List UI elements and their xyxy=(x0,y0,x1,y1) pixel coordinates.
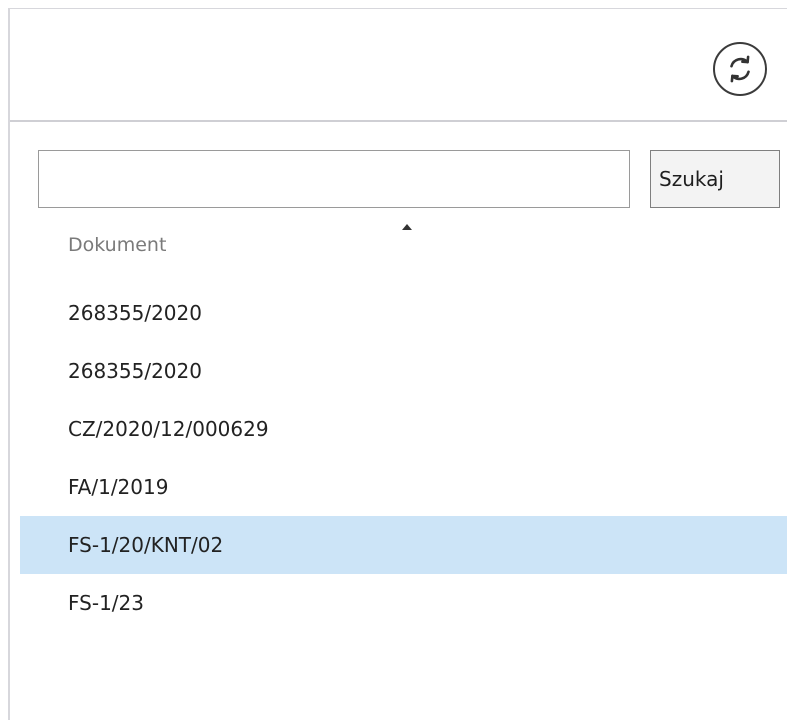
list-item[interactable]: FS-1/23 xyxy=(20,574,787,632)
list-item[interactable]: 268355/2020 xyxy=(20,342,787,400)
top-panel-border xyxy=(8,8,787,9)
document-list: 268355/2020 268355/2020 CZ/2020/12/00062… xyxy=(20,284,787,632)
refresh-button[interactable] xyxy=(713,42,767,96)
sort-ascending-icon xyxy=(402,224,412,230)
column-header-dokument[interactable]: Dokument xyxy=(68,232,166,258)
list-item[interactable]: 268355/2020 xyxy=(20,284,787,342)
left-panel-border xyxy=(8,8,10,720)
refresh-icon xyxy=(723,52,757,86)
list-item-selected[interactable]: FS-1/20/KNT/02 xyxy=(20,516,787,574)
search-button[interactable]: Szukaj xyxy=(650,150,780,208)
list-item[interactable]: CZ/2020/12/000629 xyxy=(20,400,787,458)
toolbar-divider xyxy=(10,120,787,122)
list-item[interactable]: FA/1/2019 xyxy=(20,458,787,516)
document-picker-panel: Szukaj Dokument 268355/2020 268355/2020 … xyxy=(0,0,787,720)
search-input[interactable] xyxy=(38,150,630,208)
